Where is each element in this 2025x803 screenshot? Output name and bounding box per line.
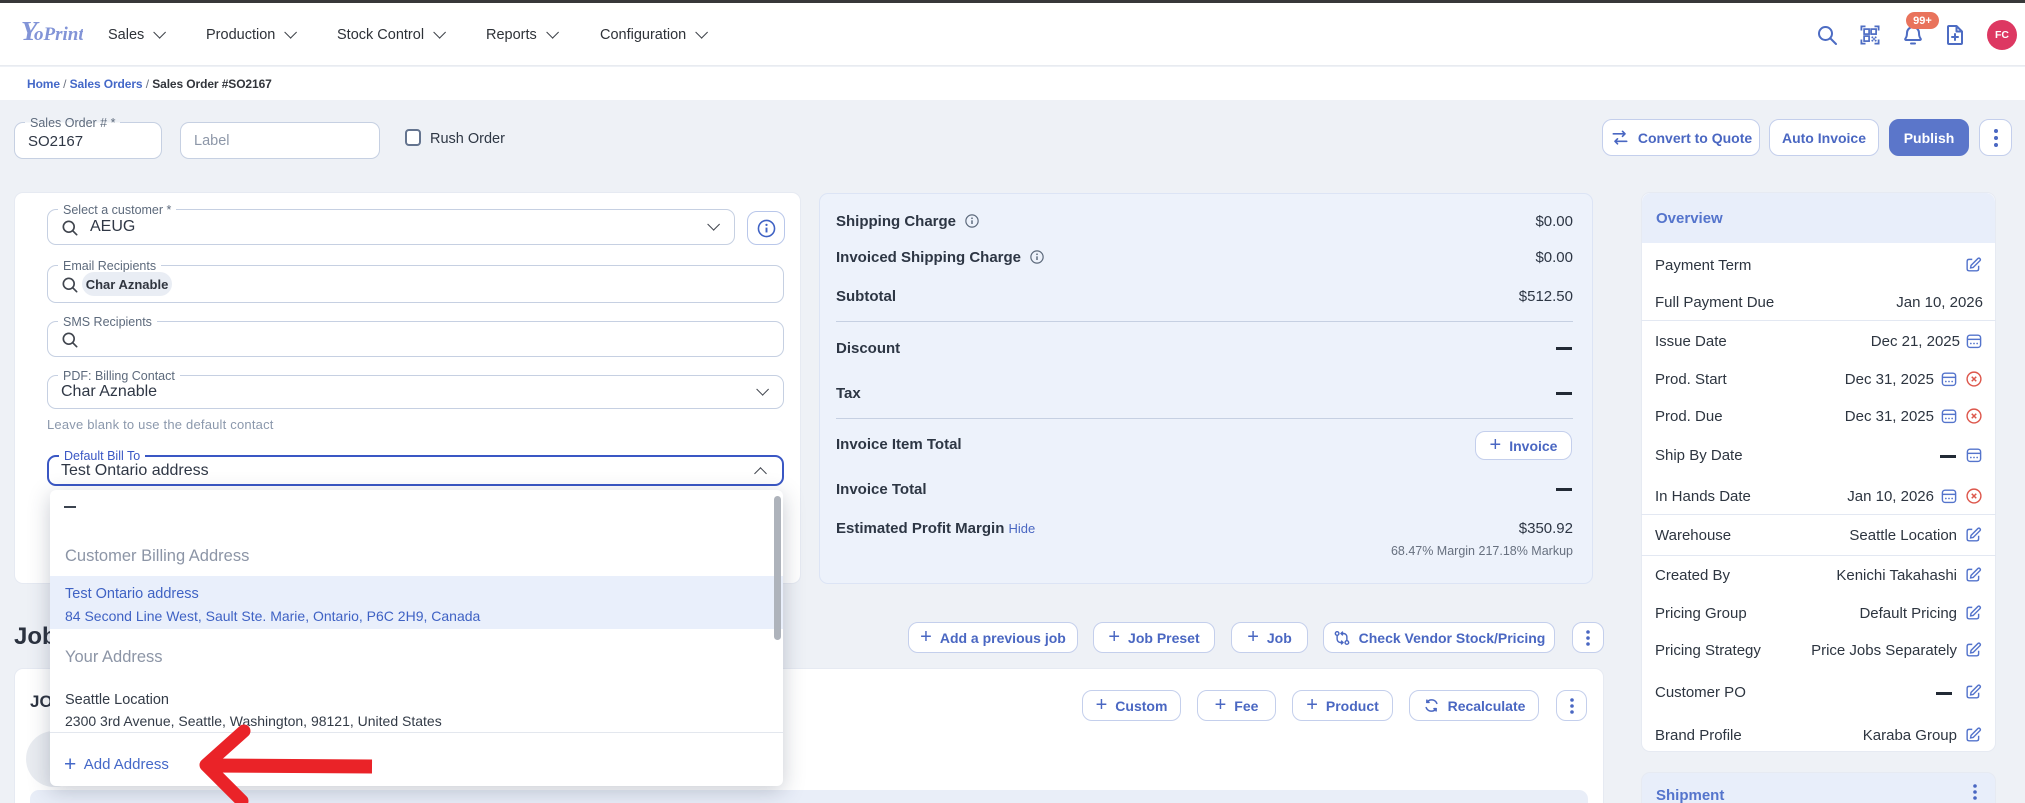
svg-text:oPrint: oPrint <box>34 24 83 45</box>
